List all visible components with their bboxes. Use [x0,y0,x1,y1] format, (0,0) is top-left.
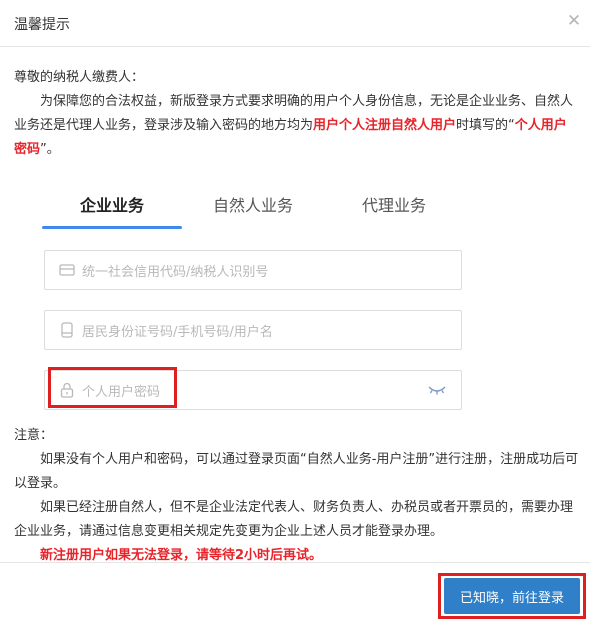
id-placeholder: 居民身份证号码/手机号码/用户名 [82,325,273,340]
dialog-title: 温馨提示 [14,17,70,33]
phone-icon [61,322,73,338]
note-paragraph-2: 如果已经注册自然人，但不是企业法定代表人、财务负责人、办税员或者开票员的，需要办… [14,500,574,539]
close-icon[interactable]: ✕ [566,13,582,30]
confirm-login-button[interactable]: 已知晓，前往登录 [444,578,580,614]
notice-body: 为保障您的合法权益，新版登录方式要求明确的用户个人身份信息，无论是企业业务、自然… [14,90,576,162]
notice-highlight-user: 用户个人注册自然人用户 [313,118,457,133]
tab-agent[interactable]: 代理业务 [362,192,426,216]
note-title: 注意： [14,428,54,443]
note-paragraph-1: 如果没有个人用户和密码，可以通过登录页面“自然人业务-用户注册”进行注册，注册成… [14,452,579,491]
id-input[interactable]: 居民身份证号码/手机号码/用户名 [44,310,462,350]
credit-code-input[interactable]: 统一社会信用代码/纳税人识别号 [44,250,462,290]
note-paragraph-3: 新注册用户如果无法登录，请等待2小时后再试。 [40,548,323,563]
eye-closed-icon[interactable] [427,383,447,397]
credit-code-placeholder: 统一社会信用代码/纳税人识别号 [82,265,269,280]
notice-body-part2: 时填写的“ [456,118,515,133]
dialog-header: 温馨提示 ✕ [0,0,590,47]
notice-greeting: 尊敬的纳税人缴费人： [14,70,145,85]
card-icon [59,264,75,276]
tab-individual[interactable]: 自然人业务 [213,192,293,216]
active-tab-indicator [42,226,182,229]
footer-divider [0,562,590,563]
login-notice-dialog: 温馨提示 ✕ 尊敬的纳税人缴费人： 为保障您的合法权益，新版登录方式要求明确的用… [0,0,590,621]
tab-enterprise[interactable]: 企业业务 [80,192,144,216]
note-section: 注意： 如果没有个人用户和密码，可以通过登录页面“自然人业务-用户注册”进行注册… [14,424,580,568]
notice-text: 尊敬的纳税人缴费人： 为保障您的合法权益，新版登录方式要求明确的用户个人身份信息… [14,66,576,162]
password-highlight-box [48,367,177,408]
notice-body-part3: ”。 [40,142,60,157]
business-tabs: 企业业务 自然人业务 代理业务 [0,186,590,230]
